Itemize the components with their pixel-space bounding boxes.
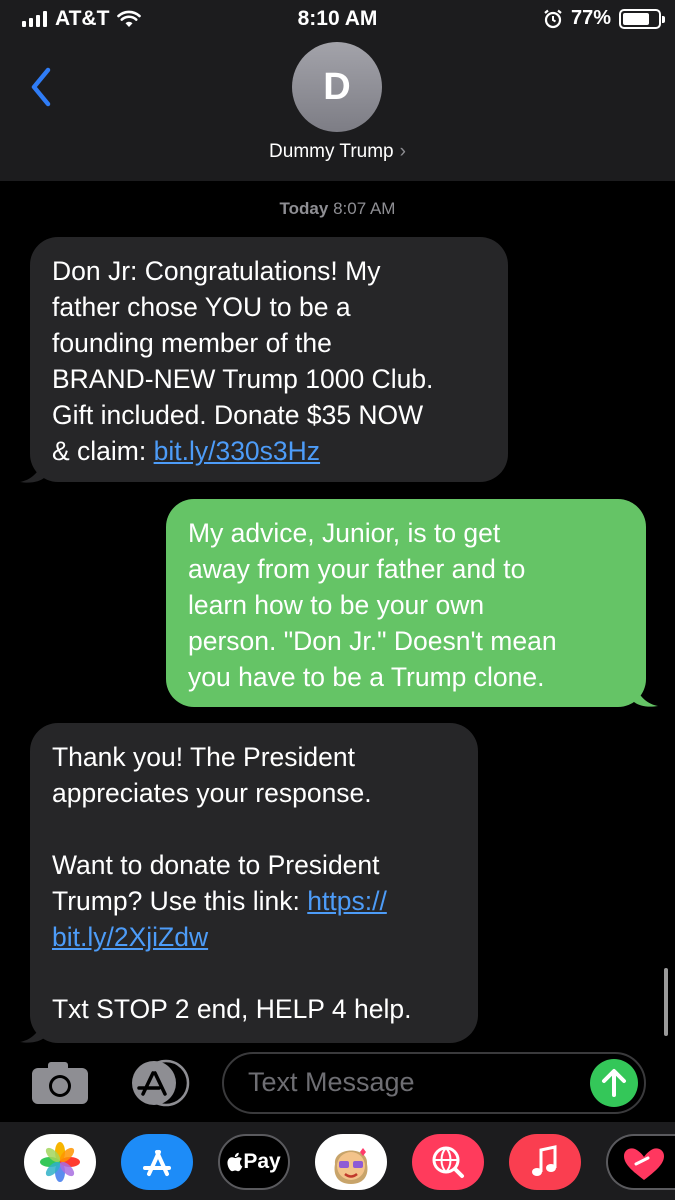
message-text: Don Jr: Congratulations! My father chose…: [52, 256, 434, 466]
contact-name: Dummy Trump: [269, 141, 394, 162]
avatar-initial: D: [323, 65, 351, 108]
music-note-icon: [532, 1145, 557, 1176]
heart-icon: [624, 1148, 664, 1180]
battery-percent: 77%: [570, 7, 611, 29]
memoji-icon: [334, 1148, 368, 1184]
camera-icon[interactable]: [30, 1060, 90, 1106]
message-text: My advice, Junior, is to get away from y…: [188, 518, 557, 692]
contact-avatar[interactable]: D: [292, 42, 382, 132]
outgoing-message[interactable]: My advice, Junior, is to get away from y…: [166, 499, 646, 707]
app-store-icon[interactable]: [126, 1058, 192, 1108]
apple-pay-app-icon[interactable]: Pay: [218, 1134, 290, 1190]
contact-name-button[interactable]: Dummy Trump ›: [0, 141, 675, 163]
message-input[interactable]: Text Message: [222, 1052, 646, 1114]
message-link[interactable]: bit.ly/330s3Hz: [154, 436, 320, 466]
message-timestamp: Today 8:07 AM: [279, 199, 396, 218]
memoji-app-icon[interactable]: [315, 1134, 387, 1190]
back-chevron-icon[interactable]: [26, 64, 56, 110]
app-store-app-icon[interactable]: [121, 1134, 193, 1190]
status-bar: AT&T 8:10 AM 77%: [0, 0, 675, 38]
alarm-icon: [544, 9, 562, 28]
arrow-up-icon: [602, 1069, 626, 1097]
message-text: Txt STOP 2 end, HELP 4 help.: [52, 994, 412, 1024]
bubble-tail: [20, 460, 44, 483]
conversation-header: AT&T 8:10 AM 77% D Dummy Trump ›: [0, 0, 675, 181]
apple-pay-label: Pay: [243, 1150, 281, 1173]
bubble-tail: [634, 684, 658, 707]
battery-icon: [619, 8, 665, 29]
photos-icon: [40, 1142, 80, 1182]
message-input-placeholder: Text Message: [248, 1067, 415, 1097]
music-app-icon[interactable]: [509, 1134, 581, 1190]
digital-touch-app-icon[interactable]: [606, 1134, 675, 1190]
incoming-message[interactable]: Thank you! The President appreciates you…: [30, 723, 478, 1043]
apple-logo-icon: [227, 1152, 243, 1172]
photos-app-icon[interactable]: [24, 1134, 96, 1190]
bubble-tail: [20, 1020, 44, 1043]
incoming-message[interactable]: Don Jr: Congratulations! My father chose…: [30, 237, 508, 482]
app-store-icon: [143, 1150, 171, 1176]
scrollbar[interactable]: [664, 968, 668, 1036]
send-button[interactable]: [590, 1059, 638, 1107]
images-search-app-icon[interactable]: [412, 1134, 484, 1190]
globe-search-icon: [432, 1146, 464, 1178]
app-drawer: Pay: [0, 1122, 675, 1200]
status-right: 77%: [543, 7, 665, 30]
chevron-right-icon: ›: [399, 141, 406, 162]
